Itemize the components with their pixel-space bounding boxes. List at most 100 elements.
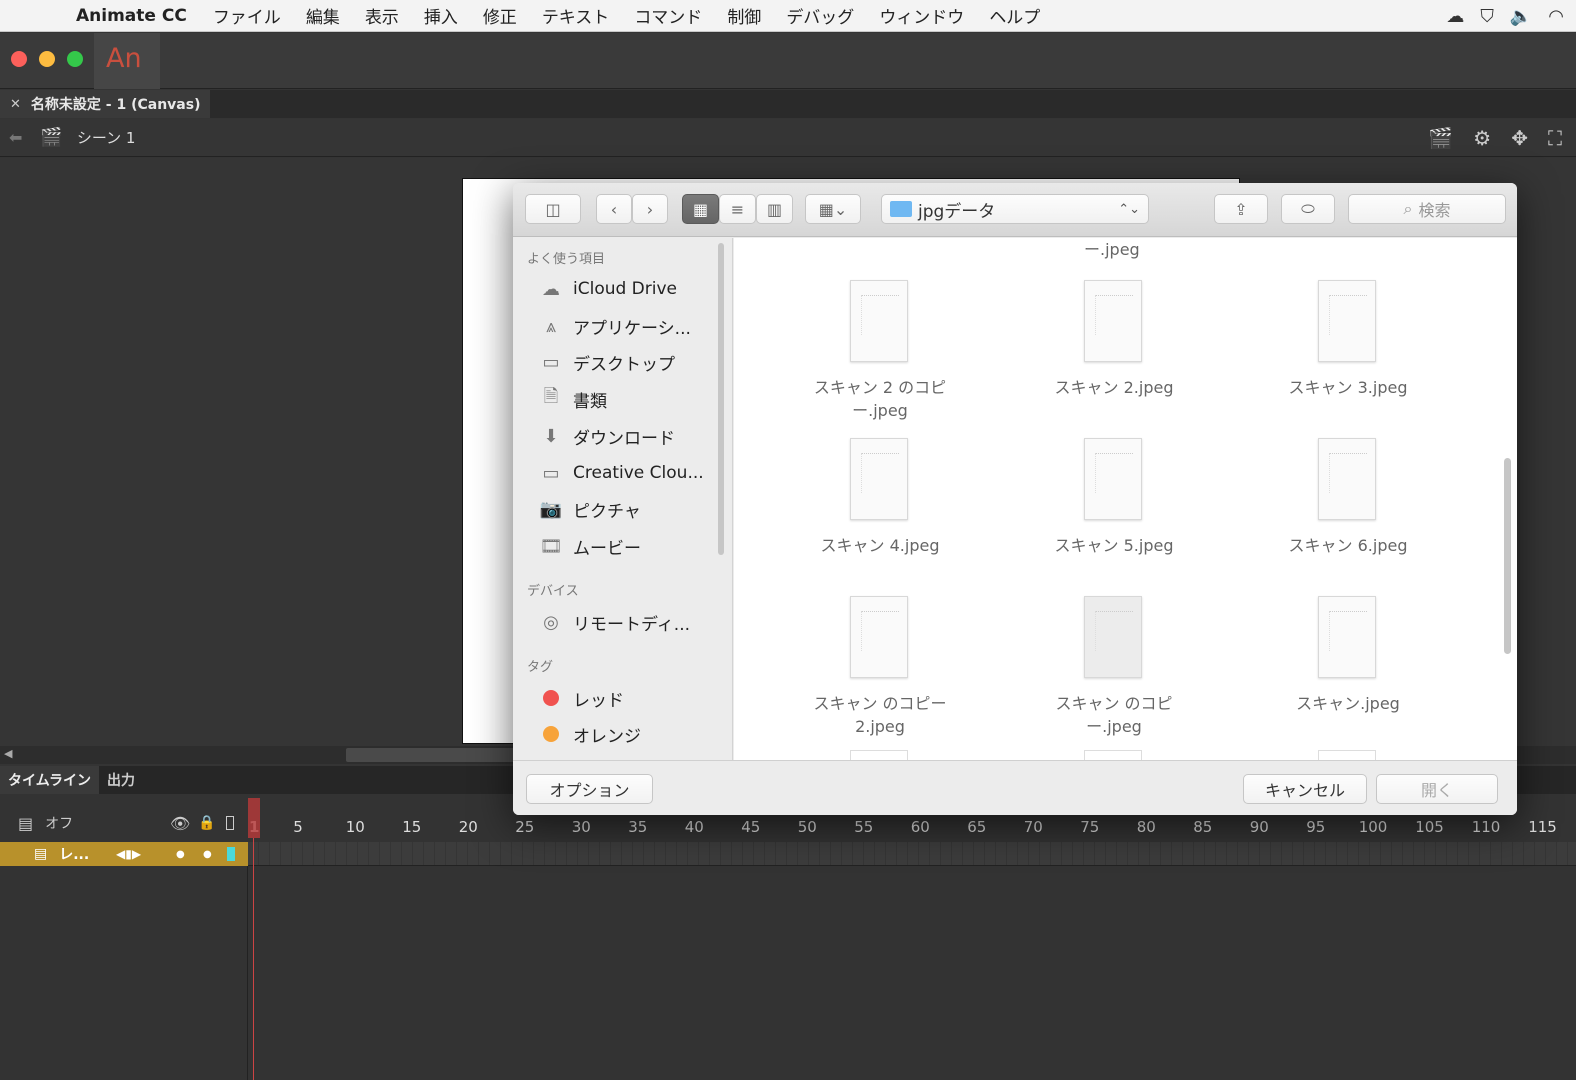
sidebar-item-movies[interactable]: 🎞 ムービー: [537, 530, 717, 562]
sidebar-item-downloads[interactable]: ⬇ ダウンロード: [537, 420, 717, 452]
sidebar-item-desktop[interactable]: ▭ デスクトップ: [537, 346, 717, 378]
download-icon: ⬇: [543, 425, 559, 447]
clip-content-icon[interactable]: ⛶: [1548, 126, 1562, 150]
menu-window[interactable]: ウィンドウ: [879, 3, 964, 28]
sidebar-item-label: ムービー: [573, 538, 641, 559]
edit-scene-icon[interactable]: 🎬: [1428, 126, 1453, 150]
search-icon: ⌕: [1403, 199, 1413, 218]
ruler-frame-number: 80: [1136, 818, 1156, 836]
menu-help[interactable]: ヘルプ: [989, 3, 1040, 28]
scroll-left-icon[interactable]: ◀: [4, 747, 12, 760]
sidebar-item-tag-orange[interactable]: オレンジ: [537, 718, 717, 750]
html5-icon[interactable]: ⛉: [1480, 6, 1494, 27]
sidebar-item-label: ダウンロード: [573, 428, 675, 449]
menu-commands[interactable]: コマンド: [634, 3, 702, 28]
disc-icon: ◎: [543, 611, 559, 633]
playhead-handle[interactable]: [248, 798, 260, 838]
ruler-frame-number: 75: [1080, 818, 1100, 836]
wifi-icon[interactable]: ◠: [1548, 6, 1564, 27]
layer-options-icon[interactable]: ▤: [18, 814, 33, 833]
partial-thumbnail: [1084, 750, 1142, 760]
ruler-frame-number: 115: [1528, 818, 1557, 836]
menu-control[interactable]: 制御: [727, 3, 761, 28]
scroll-thumb[interactable]: [346, 748, 516, 762]
back-arrow-icon[interactable]: ⬅: [9, 128, 22, 147]
zoom-window-button[interactable]: [67, 51, 83, 67]
forward-button[interactable]: ›: [632, 194, 668, 224]
ruler-frame-number: 110: [1471, 818, 1501, 836]
menu-modify[interactable]: 修正: [483, 3, 517, 28]
file-thumbnail: [1318, 438, 1376, 520]
dialog-sidebar: よく使う項目 ☁ iCloud Drive ⩓ アプリケーシ... ▭ デスクトップ …: [513, 238, 733, 760]
file-thumbnail: [1318, 596, 1376, 678]
frames-row[interactable]: [248, 842, 1576, 866]
arrange-icon: ▦⌄: [818, 199, 848, 219]
lock-icon[interactable]: 🔒: [198, 815, 215, 831]
tag-red-dot-icon: [543, 690, 559, 706]
sidebar-scrollbar[interactable]: [718, 243, 724, 555]
edit-symbol-icon[interactable]: ⚙: [1473, 126, 1491, 150]
icon-view-button[interactable]: ▦: [682, 194, 719, 224]
sidebar-toggle-button[interactable]: ◫: [525, 194, 581, 224]
menu-file[interactable]: ファイル: [213, 3, 281, 28]
outline-icon[interactable]: [226, 816, 234, 830]
frame-ruler[interactable]: 1 51015202530354045505560657075808590951…: [248, 812, 1576, 838]
status-area: ☁ ⛉ 🔈 ◠: [1446, 0, 1564, 32]
menu-insert[interactable]: 挿入: [424, 3, 458, 28]
share-button[interactable]: ⇪: [1214, 194, 1268, 224]
sidebar-item-remote-disc[interactable]: ◎ リモートディ...: [537, 606, 717, 638]
options-button[interactable]: オプション: [526, 774, 653, 804]
playhead[interactable]: [248, 798, 260, 1080]
layer-nav-icon[interactable]: ◀▮▶: [116, 847, 141, 861]
layer-header-label[interactable]: オフ: [45, 813, 73, 833]
minimize-window-button[interactable]: [39, 51, 55, 67]
sidebar-item-icloud[interactable]: ☁ iCloud Drive: [537, 273, 717, 305]
clapperboard-icon: 🎬: [40, 127, 63, 148]
tab-output[interactable]: 出力: [99, 766, 143, 794]
visibility-dot-icon[interactable]: ●: [176, 849, 185, 860]
tab-timeline[interactable]: タイムライン: [0, 766, 100, 794]
ruler-frame-number: 70: [1023, 818, 1043, 836]
eye-icon[interactable]: 👁: [170, 814, 190, 833]
open-button[interactable]: 開く: [1376, 774, 1498, 804]
column-view-button[interactable]: ▥: [756, 194, 793, 224]
sidebar-item-applications[interactable]: ⩓ アプリケーシ...: [537, 310, 717, 342]
layer-row[interactable]: ▤ レ... ◀▮▶ ● ●: [0, 842, 248, 866]
menu-app-name[interactable]: Animate CC: [76, 6, 187, 26]
layer-color-swatch[interactable]: [227, 847, 235, 861]
path-popup[interactable]: jpgデータ ⌃⌄: [881, 194, 1149, 224]
arrange-button[interactable]: ▦⌄: [805, 194, 861, 224]
creative-cloud-icon[interactable]: ☁: [1446, 6, 1464, 27]
dialog-toolbar: ◫ ‹ › ▦ ≡ ▥ ▦⌄ jpgデータ ⌃⌄ ⇪ ⬭ ⌕ 検索: [513, 183, 1517, 237]
center-stage-icon[interactable]: ✥: [1511, 126, 1528, 150]
ruler-frame-number: 5: [293, 818, 303, 836]
menu-view[interactable]: 表示: [365, 3, 399, 28]
back-button[interactable]: ‹: [596, 194, 632, 224]
ruler-frame-number: 100: [1358, 818, 1388, 836]
sidebar-item-tag-red[interactable]: レッド: [537, 682, 717, 714]
tag-button[interactable]: ⬭: [1281, 194, 1335, 224]
documents-icon: 🗎: [543, 386, 559, 407]
sidebar-item-creative-cloud[interactable]: ▭ Creative Clou...: [537, 457, 717, 489]
sidebar-item-documents[interactable]: 🗎 書類: [537, 383, 717, 415]
search-input[interactable]: ⌕ 検索: [1348, 194, 1506, 224]
menu-debug[interactable]: デバッグ: [786, 3, 854, 28]
document-tab[interactable]: ✕ 名称未設定 - 1 (Canvas): [0, 90, 210, 118]
search-placeholder: 検索: [1418, 201, 1451, 220]
tags-heading: タグ: [527, 660, 554, 675]
lock-dot-icon[interactable]: ●: [203, 849, 212, 860]
volume-icon[interactable]: 🔈: [1510, 6, 1532, 27]
menu-text[interactable]: テキスト: [542, 3, 610, 28]
close-tab-icon[interactable]: ✕: [10, 97, 21, 112]
file-label: スキャン 2.jpeg: [1054, 378, 1174, 397]
file-browser-scrollbar[interactable]: [1504, 458, 1511, 654]
menu-edit[interactable]: 編集: [306, 3, 340, 28]
layer-name[interactable]: レ...: [59, 844, 89, 864]
close-window-button[interactable]: [11, 51, 27, 67]
cloud-icon: ☁: [542, 278, 560, 300]
cancel-button[interactable]: キャンセル: [1243, 774, 1367, 804]
sidebar-item-pictures[interactable]: 📷 ピクチャ: [537, 493, 717, 525]
tag-icon: ⬭: [1301, 199, 1315, 218]
folder-icon: [890, 201, 912, 217]
list-view-button[interactable]: ≡: [719, 194, 756, 224]
